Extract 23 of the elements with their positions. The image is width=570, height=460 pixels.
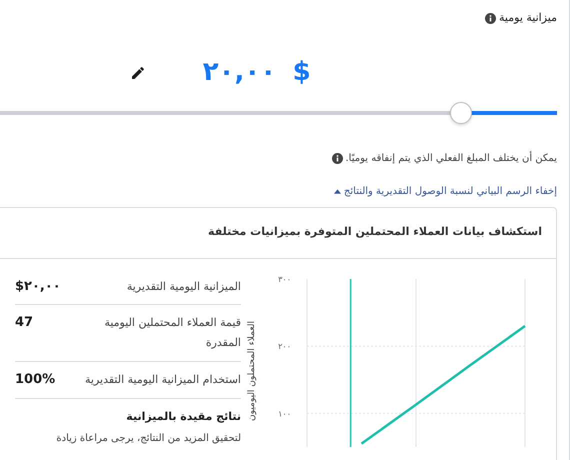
notice-heading: نتائج مقيدة بالميزانية — [125, 408, 241, 425]
stat-label: قيمة العملاء المحتملين اليومية المقدرة — [103, 315, 241, 352]
stat-label: الميزانية اليومية التقديرية — [126, 278, 241, 295]
notice-text: لتحقيق المزيد من النتائج، يرجى مراعاة زيادة — [55, 432, 241, 446]
stat-value: ٢٠,٠٠$ — [15, 278, 61, 296]
y-tick-label: ١٠٠ — [278, 408, 291, 418]
pencil-icon[interactable] — [130, 64, 146, 80]
card-title: استكشاف بيانات العملاء المحتملين المتوفرة بميزانيات مختلفة — [208, 224, 542, 240]
currency-symbol: $ — [292, 56, 311, 89]
budget-title: ميزانية يومية — [499, 10, 557, 26]
budget-note: يمكن أن يختلف المبلغ الفعلي الذي يتم إنفاقه يوميًا. — [346, 150, 557, 166]
y-axis-label: العملاء المحتملون اليوميون — [247, 320, 257, 420]
hide-chart-link[interactable]: إخفاء الرسم البياني لنسبة الوصول التقديرية والنتائج — [334, 184, 557, 198]
caret-icon — [334, 188, 342, 194]
slider-thumb[interactable] — [450, 102, 472, 124]
stat-label: استخدام الميزانية اليومية التقديرية — [85, 372, 241, 388]
stat-value: 47 — [15, 314, 34, 332]
info-icon[interactable] — [485, 12, 496, 24]
info-icon[interactable] — [332, 152, 343, 164]
y-tick-label: ٣٠٠ — [278, 274, 291, 284]
stat-value: 100% — [15, 370, 56, 389]
budget-amount: ٢٠,٠٠ — [202, 56, 276, 89]
y-tick-label: ٢٠٠ — [278, 342, 291, 351]
